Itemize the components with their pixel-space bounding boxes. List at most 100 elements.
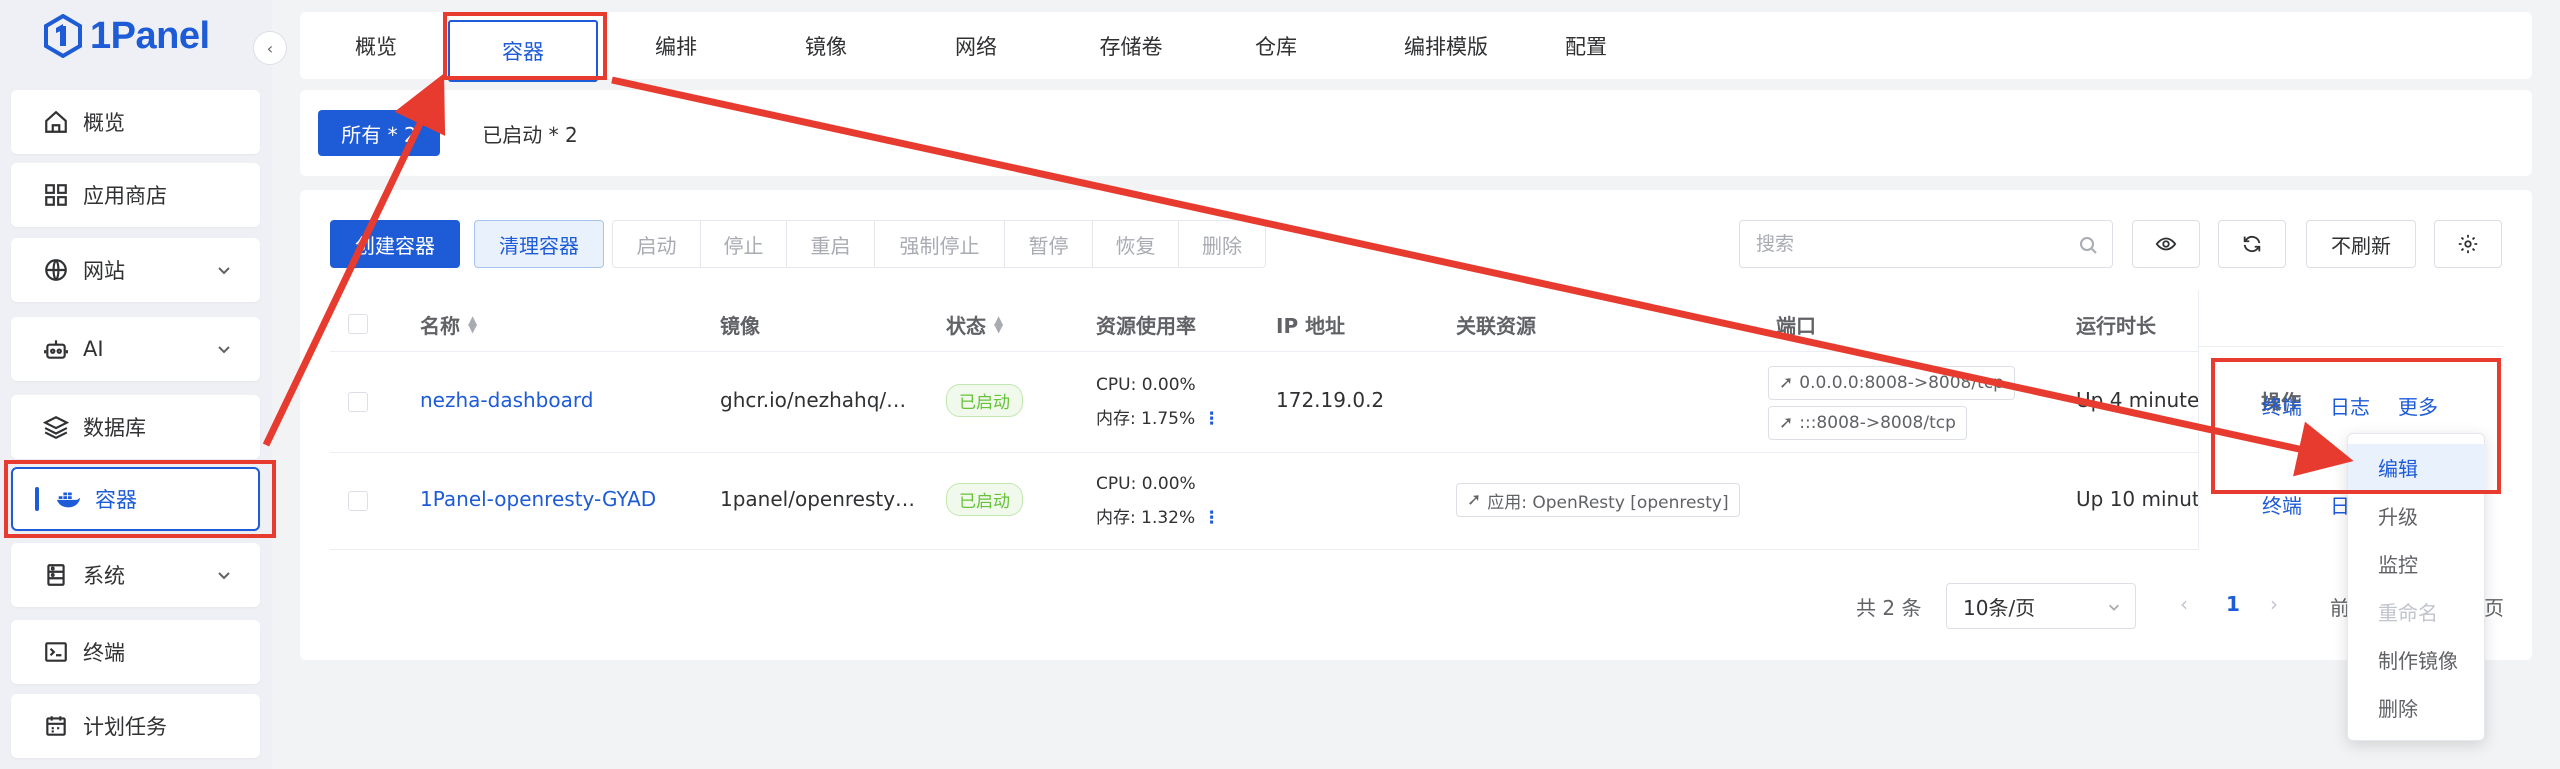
menu-item-upgrade[interactable]: 升级 [2348, 492, 2486, 538]
start-button[interactable]: 启动 [613, 221, 701, 267]
sidebar-item-system[interactable]: 系统 [11, 543, 260, 607]
page-size-select[interactable]: 10条/页 [1946, 583, 2136, 629]
more-vertical-icon[interactable]: ⋮ [1203, 501, 1220, 535]
gear-icon [2458, 234, 2478, 254]
stop-button[interactable]: 停止 [701, 221, 787, 267]
tab-image[interactable]: 镜像 [786, 12, 866, 79]
prev-page-button[interactable]: ‹ [2180, 592, 2188, 616]
ip-cell: 172.19.0.2 [1276, 388, 1385, 412]
delete-button[interactable]: 删除 [1179, 221, 1265, 267]
menu-item-delete[interactable]: 删除 [2348, 684, 2486, 730]
container-name-link[interactable]: 1Panel-openresty-GYAD [420, 487, 656, 511]
tab-overview[interactable]: 概览 [336, 12, 416, 79]
next-page-button[interactable]: › [2270, 592, 2278, 616]
status-badge: 已启动 [946, 384, 1023, 417]
page-size-value: 10条/页 [1963, 595, 2036, 620]
tab-config[interactable]: 配置 [1546, 12, 1626, 79]
toggle-columns-button[interactable] [2132, 220, 2200, 268]
search-input[interactable] [1756, 233, 2056, 255]
sidebar-item-label: 网站 [83, 259, 125, 283]
chevron-down-icon [2109, 604, 2119, 611]
pause-button[interactable]: 暂停 [1005, 221, 1093, 267]
row-select-cell [348, 392, 368, 412]
layers-icon [43, 416, 69, 440]
refresh-button[interactable] [2218, 220, 2286, 268]
menu-item-commit-image[interactable]: 制作镜像 [2348, 636, 2486, 682]
sidebar-item-label: AI [83, 337, 104, 361]
sidebar-item-website[interactable]: 网站 [11, 238, 260, 302]
column-related: 关联资源 [1456, 313, 1536, 338]
logo-mark-icon [44, 14, 82, 58]
eye-icon [2155, 237, 2177, 251]
sidebar-item-label: 数据库 [83, 416, 146, 440]
chevron-down-icon [218, 572, 230, 580]
column-image: 镜像 [720, 313, 760, 338]
app-logo[interactable]: 1Panel [44, 14, 210, 58]
sidebar-item-label: 概览 [83, 111, 125, 135]
column-uptime: 运行时长 [2076, 313, 2156, 338]
related-resource-tag[interactable]: ➚ 应用: OpenResty [openresty] [1456, 483, 1740, 517]
search-box [1739, 220, 2113, 268]
column-port: 端口 [1776, 313, 1816, 338]
top-tab-bar: 概览 容器 编排 镜像 网络 存储卷 仓库 编排模版 配置 [300, 12, 2532, 82]
settings-button[interactable] [2434, 220, 2502, 268]
sidebar-item-overview[interactable]: 概览 [11, 90, 260, 154]
column-status[interactable]: 状态 ▲ ▼ [946, 296, 1003, 352]
tab-network[interactable]: 网络 [936, 12, 1016, 79]
tab-repo[interactable]: 仓库 [1236, 12, 1316, 79]
sidebar-item-cron[interactable]: 计划任务 [11, 694, 260, 758]
sidebar-item-app-store[interactable]: 应用商店 [11, 163, 260, 227]
restart-button[interactable]: 重启 [787, 221, 875, 267]
select-all-checkbox[interactable] [348, 314, 368, 334]
sort-icon[interactable]: ▲ ▼ [994, 314, 1003, 334]
more-vertical-icon[interactable]: ⋮ [1203, 402, 1220, 436]
row-checkbox[interactable] [348, 392, 368, 412]
menu-item-monitor[interactable]: 监控 [2348, 540, 2486, 586]
search-icon [2080, 237, 2097, 254]
cpu-usage: CPU: 0.00% [1096, 375, 1196, 395]
annotation-box-tab [443, 12, 607, 80]
create-container-button[interactable]: 创建容器 [330, 220, 460, 268]
sort-icon[interactable]: ▲ ▼ [468, 314, 477, 334]
tab-compose-template[interactable]: 编排模版 [1376, 12, 1516, 79]
sidebar-item-label: 系统 [83, 564, 125, 588]
row-select-cell [348, 491, 368, 511]
resume-button[interactable]: 恢复 [1093, 221, 1179, 267]
force-stop-button[interactable]: 强制停止 [875, 221, 1005, 267]
terminal-icon [45, 642, 67, 662]
tab-compose[interactable]: 编排 [636, 12, 716, 79]
row-checkbox[interactable] [348, 491, 368, 511]
collapse-sidebar-button[interactable]: ‹ [253, 31, 287, 65]
send-icon: ➚ [1779, 413, 1794, 433]
port-tag[interactable]: ➚ 0.0.0.0:8008->8008/tcp [1768, 366, 2015, 400]
chevron-down-icon [218, 346, 230, 354]
sidebar: 1Panel ‹ 概览 应用商店 网站 AI 数据库 容器 系统 终端 计划任务 [0, 0, 287, 769]
related-resource-label: 应用: OpenResty [openresty] [1487, 492, 1729, 513]
chevron-down-icon [218, 267, 230, 275]
clean-container-button[interactable]: 清理容器 [474, 220, 604, 268]
server-icon [47, 564, 65, 586]
resource-cell: CPU: 0.00% 内存: 1.75% ⋮ [1096, 368, 1220, 436]
filter-all-button[interactable]: 所有 * 2 [318, 110, 440, 156]
logo-text: 1Panel [90, 14, 210, 57]
filter-running-button[interactable]: 已启动 * 2 [460, 110, 600, 156]
annotation-box-sidebar [4, 460, 276, 538]
sidebar-item-ai[interactable]: AI [11, 317, 260, 381]
port-mapping: :::8008->8008/tcp [1799, 413, 1956, 433]
sidebar-item-label: 应用商店 [83, 184, 167, 208]
page-number-current[interactable]: 1 [2226, 592, 2240, 616]
column-name[interactable]: 名称 ▲ ▼ [420, 296, 477, 352]
port-tag[interactable]: ➚:::8008->8008/tcp [1768, 406, 1967, 440]
image-cell: 1panel/openresty… [720, 487, 916, 511]
container-name-link[interactable]: nezha-dashboard [420, 388, 593, 412]
auto-refresh-select[interactable]: 不刷新 [2306, 220, 2416, 268]
tab-volume[interactable]: 存储卷 [1076, 12, 1186, 79]
annotation-box-ops [2211, 358, 2501, 494]
port-mapping: 0.0.0.0:8008->8008/tcp [1799, 373, 2004, 393]
terminal-link[interactable]: 终端 [2262, 490, 2302, 519]
image-cell: ghcr.io/nezhahq/… [720, 388, 907, 412]
send-icon: ➚ [1779, 373, 1794, 393]
sidebar-item-terminal[interactable]: 终端 [11, 620, 260, 684]
batch-action-group: 启动 停止 重启 强制停止 暂停 恢复 删除 [612, 220, 1266, 268]
sidebar-item-database[interactable]: 数据库 [11, 395, 260, 459]
